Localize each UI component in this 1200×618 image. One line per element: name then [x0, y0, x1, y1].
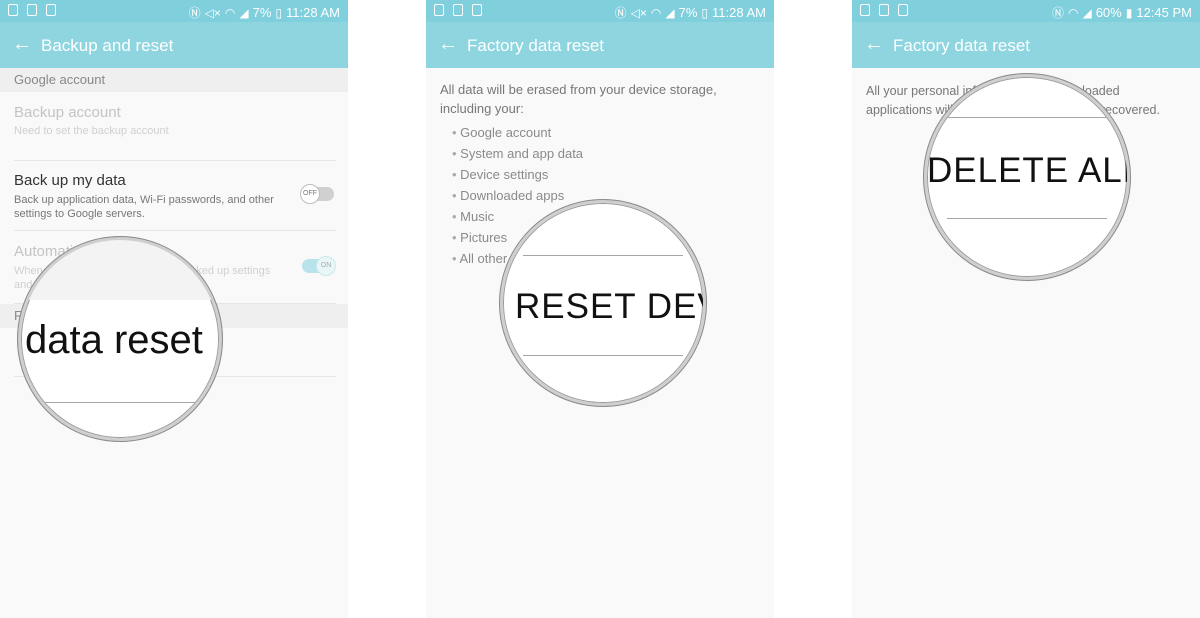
sd-card-icon — [898, 4, 908, 16]
battery-percent: 60% — [1095, 5, 1122, 20]
nfc-icon: Ⓝ — [188, 6, 201, 20]
image-icon — [860, 4, 870, 16]
battery-icon: ▮ — [1125, 5, 1133, 20]
status-bar: Ⓝ ◁× ◠ ◢ 7% ▯ 11:28 AM — [0, 0, 348, 22]
page-title: Factory data reset — [893, 36, 1031, 55]
status-time: 11:28 AM — [286, 5, 340, 20]
wifi-icon: ◠ — [650, 5, 662, 20]
back-arrow-icon[interactable]: ← — [12, 34, 32, 54]
phone-screen-factory-reset: Ⓝ ◁× ◠ ◢ 7% ▯ 11:28 AM ← Factory data re… — [426, 0, 774, 618]
image-icon — [434, 4, 444, 16]
status-bar: Ⓝ ◠ ◢ 60% ▮ 12:45 PM — [852, 0, 1200, 22]
signal-icon: ◢ — [665, 5, 675, 20]
page-title: Backup and reset — [41, 36, 174, 55]
nfc-icon: Ⓝ — [614, 6, 627, 20]
back-arrow-icon[interactable]: ← — [864, 34, 884, 54]
battery-percent: 7% — [678, 5, 698, 20]
wifi-icon: ◠ — [1067, 5, 1079, 20]
mute-icon: ◁× — [630, 5, 647, 20]
battery-icon: ▯ — [275, 5, 283, 20]
backup-account-sub: Need to set the backup account — [14, 125, 169, 137]
backup-data-toggle[interactable]: OFF — [300, 184, 334, 204]
warning-icon — [27, 4, 37, 16]
toggle-knob: ON — [316, 256, 336, 276]
sd-card-icon — [472, 4, 482, 16]
battery-icon: ▯ — [701, 5, 709, 20]
status-bar: Ⓝ ◁× ◠ ◢ 7% ▯ 11:28 AM — [426, 0, 774, 22]
app-bar: ← Factory data reset — [852, 22, 1200, 68]
app-bar: ← Backup and reset — [0, 22, 348, 68]
back-arrow-icon[interactable]: ← — [438, 34, 458, 54]
toggle-knob: OFF — [300, 184, 320, 204]
magnified-button-label[interactable]: RESET DEV — [515, 287, 703, 327]
status-time: 11:28 AM — [712, 5, 766, 20]
status-time: 12:45 PM — [1136, 5, 1192, 20]
magnified-label: data reset — [25, 318, 203, 362]
app-bar: ← Factory data reset — [426, 22, 774, 68]
image-icon — [8, 4, 18, 16]
signal-icon: ◢ — [239, 5, 249, 20]
section-header-google-account: Google account — [0, 68, 348, 92]
backup-account-title: Backup account — [14, 104, 121, 121]
phone-screen-backup-reset: Ⓝ ◁× ◠ ◢ 7% ▯ 11:28 AM ← Backup and rese… — [0, 0, 348, 618]
mute-icon: ◁× — [204, 5, 221, 20]
phone-screen-delete-all: Ⓝ ◠ ◢ 60% ▮ 12:45 PM ← Factory data rese… — [852, 0, 1200, 618]
backup-data-sub: Back up application data, Wi-Fi password… — [14, 194, 274, 220]
auto-restore-toggle[interactable]: ON — [302, 256, 336, 276]
nfc-icon: Ⓝ — [1051, 6, 1064, 20]
warning-icon — [879, 4, 889, 16]
magnified-button-label[interactable]: DELETE ALL — [927, 151, 1127, 191]
magnifier-lens: data reset — [18, 237, 222, 441]
page-title: Factory data reset — [467, 36, 605, 55]
list-item: System and app data — [452, 143, 774, 164]
magnifier-lens: RESET DEV — [500, 200, 706, 406]
erase-intro-text: All data will be erased from your device… — [440, 82, 717, 116]
magnifier-lens: DELETE ALL — [924, 74, 1130, 280]
backup-account-item[interactable]: Backup account Need to set the backup ac… — [14, 92, 336, 161]
wifi-icon: ◠ — [224, 5, 236, 20]
battery-percent: 7% — [252, 5, 272, 20]
signal-icon: ◢ — [1082, 5, 1092, 20]
warning-icon — [453, 4, 463, 16]
backup-data-item[interactable]: Back up my data Back up application data… — [14, 161, 336, 231]
list-item: Device settings — [452, 164, 774, 185]
backup-data-title: Back up my data — [14, 172, 126, 189]
list-item: Google account — [452, 122, 774, 143]
sd-card-icon — [46, 4, 56, 16]
